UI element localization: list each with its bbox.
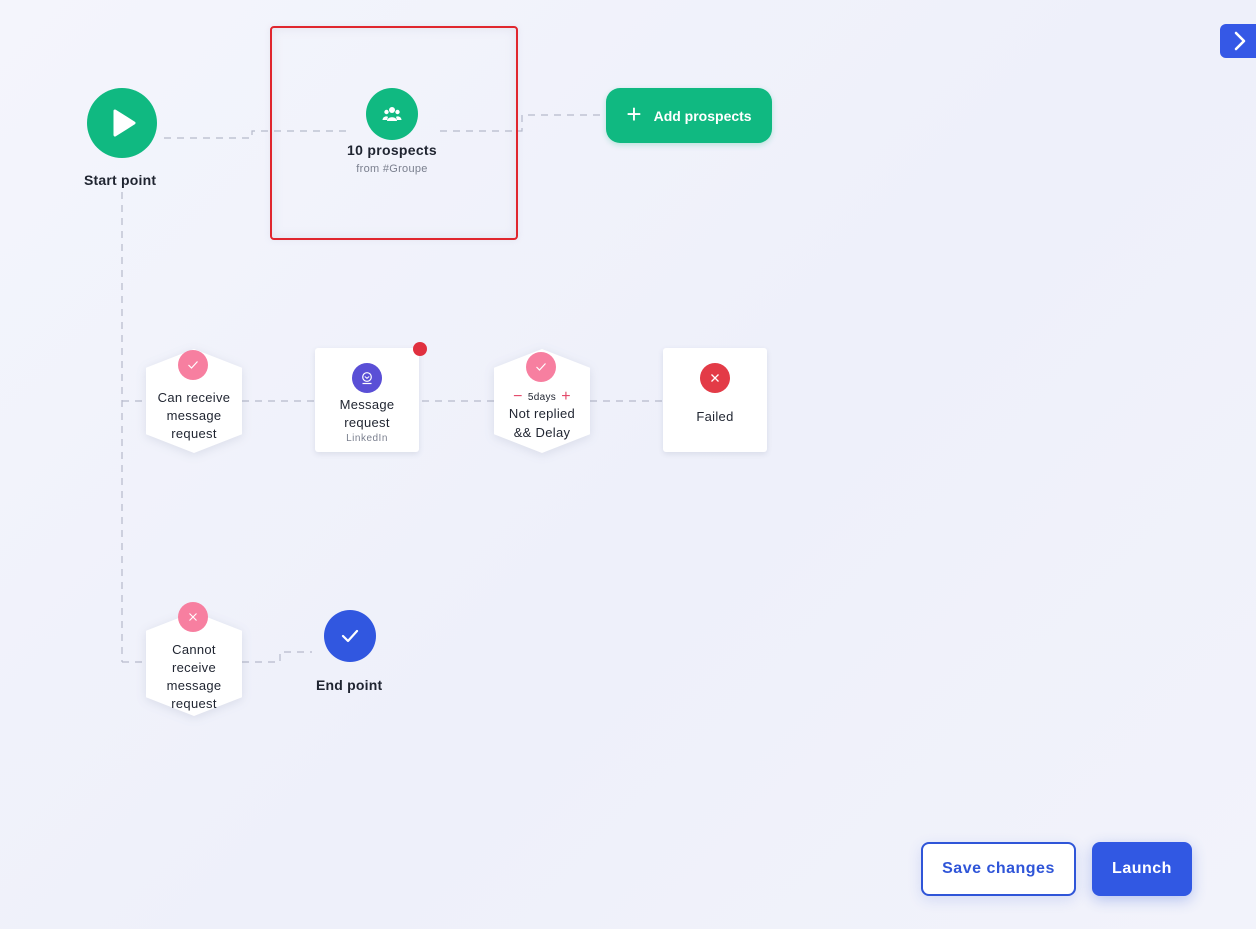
condition-check-badge: [178, 350, 208, 380]
delay-line: Not replied: [508, 406, 576, 421]
condition-line: Can receive: [157, 390, 231, 405]
prospects-icon-circle: [366, 88, 418, 140]
check-icon: [188, 361, 198, 369]
condition-line: receive: [171, 660, 216, 675]
plus-icon: +: [626, 99, 642, 129]
close-icon: [711, 374, 719, 382]
condition-line: request: [171, 426, 217, 441]
check-icon: [536, 363, 546, 371]
save-changes-button[interactable]: Save changes: [921, 842, 1076, 896]
message-platform: LinkedIn: [346, 433, 388, 444]
prospects-source: from #Groupe: [356, 163, 428, 175]
message-request-node[interactable]: Message request LinkedIn: [315, 348, 419, 452]
condition-line: message: [166, 408, 222, 423]
end-point-node[interactable]: [324, 610, 376, 662]
close-icon: [189, 613, 197, 621]
launch-button[interactable]: Launch: [1092, 842, 1192, 896]
start-point-node[interactable]: [87, 88, 157, 158]
end-point-label: End point: [316, 677, 383, 693]
condition-line: Cannot: [172, 642, 216, 657]
failed-label: Failed: [696, 409, 734, 424]
condition-line: request: [171, 696, 217, 711]
play-icon: [113, 109, 136, 137]
start-point-label: Start point: [84, 172, 157, 188]
delay-line: && Delay: [513, 425, 571, 440]
users-icon: [382, 107, 402, 121]
prospects-count: 10 prospects: [347, 142, 437, 158]
message-icon-circle: [352, 363, 382, 393]
panel-toggle-button[interactable]: [1220, 24, 1256, 58]
message-icon: [362, 372, 372, 385]
failed-badge: [700, 363, 730, 393]
failed-node[interactable]: Failed: [663, 348, 767, 452]
condition-line: message: [166, 678, 222, 693]
message-request-title: Message: [339, 397, 395, 412]
check-icon: [341, 629, 359, 643]
add-prospects-button[interactable]: + Add prospects: [606, 88, 772, 143]
message-request-title: request: [344, 415, 390, 430]
delay-value: 5days: [527, 391, 557, 403]
notification-dot: [413, 342, 427, 356]
chevron-right-icon: [1234, 31, 1246, 51]
add-prospects-label: Add prospects: [653, 107, 752, 124]
delay-check-badge: [526, 352, 556, 382]
condition-cross-badge: [178, 602, 208, 632]
